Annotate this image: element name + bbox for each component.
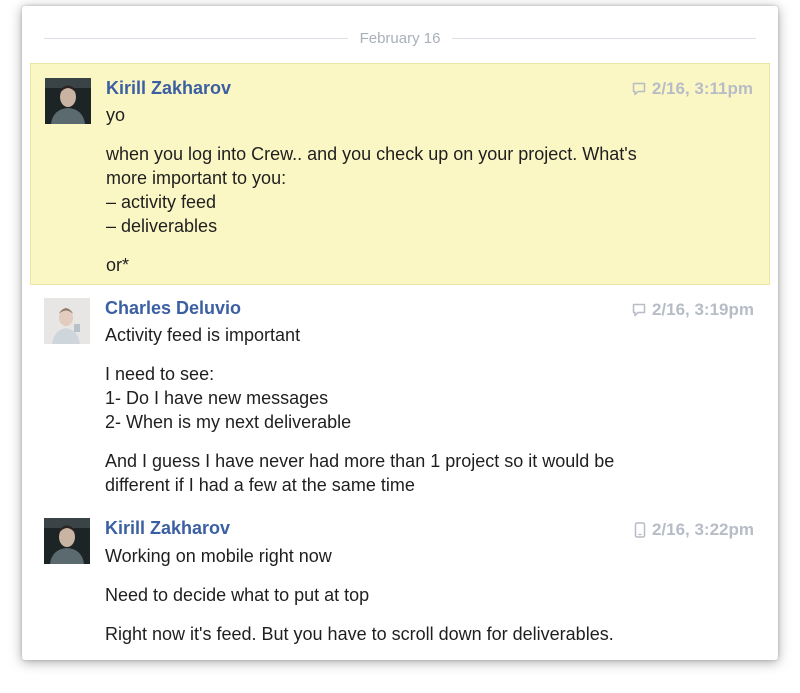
message-timestamp[interactable]: 2/16, 3:11pm: [632, 79, 753, 99]
message-line: yo: [106, 105, 126, 125]
message-line: or*: [106, 255, 130, 275]
message-line: Activity feed is important: [105, 325, 301, 345]
avatar[interactable]: [45, 78, 91, 124]
message-timestamp[interactable]: 2/16, 3:19pm: [632, 300, 754, 320]
divider-line-left: [44, 37, 348, 39]
avatar-photo-charles: [44, 298, 90, 344]
avatar-photo-kirill: [44, 518, 90, 564]
message-item[interactable]: Kirill Zakharov 2/16, 3:11pm yo when you…: [30, 63, 770, 285]
message-line: – activity feed: [106, 192, 217, 212]
message-author[interactable]: Charles Deluvio: [105, 298, 241, 319]
message-line: And I guess I have never had more than 1…: [105, 451, 615, 471]
message-line: when you log into Crew.. and you check u…: [106, 144, 637, 164]
chat-bubble-icon: [632, 303, 646, 317]
message-line: different if I had a few at the same tim…: [105, 475, 415, 495]
timestamp-text: 2/16, 3:19pm: [651, 300, 754, 319]
message-line: – deliverables: [106, 216, 218, 236]
message-item[interactable]: Kirill Zakharov 2/16, 3:22pm Working on …: [30, 508, 770, 658]
message-line: I need to see:: [105, 364, 215, 384]
timestamp-text: 2/16, 3:11pm: [651, 79, 753, 98]
message-line: 1- Do I have new messages: [105, 388, 329, 408]
message-line: Working on mobile right now: [105, 546, 332, 566]
avatar-photo-kirill: [45, 78, 91, 124]
message-line: 2- When is my next deliverable: [105, 412, 352, 432]
message-timestamp[interactable]: 2/16, 3:22pm: [634, 520, 754, 540]
avatar[interactable]: [44, 518, 90, 564]
mobile-phone-icon: [634, 522, 646, 538]
date-divider: February 16: [44, 28, 756, 48]
timestamp-text: 2/16, 3:22pm: [651, 520, 754, 539]
avatar[interactable]: [44, 298, 90, 344]
message-item[interactable]: Charles Deluvio 2/16, 3:19pm Activity fe…: [30, 288, 770, 498]
chat-panel: February 16 Kirill Zakharov 2/16, 3:11pm…: [22, 6, 778, 660]
message-author[interactable]: Kirill Zakharov: [106, 78, 231, 99]
message-author[interactable]: Kirill Zakharov: [105, 518, 230, 539]
date-divider-label: February 16: [359, 29, 441, 47]
message-line: Need to decide what to put at top: [105, 585, 370, 605]
divider-line-right: [452, 37, 756, 39]
chat-bubble-icon: [632, 82, 646, 96]
message-line: more important to you:: [106, 168, 287, 188]
message-line: Right now it's feed. But you have to scr…: [105, 624, 614, 644]
